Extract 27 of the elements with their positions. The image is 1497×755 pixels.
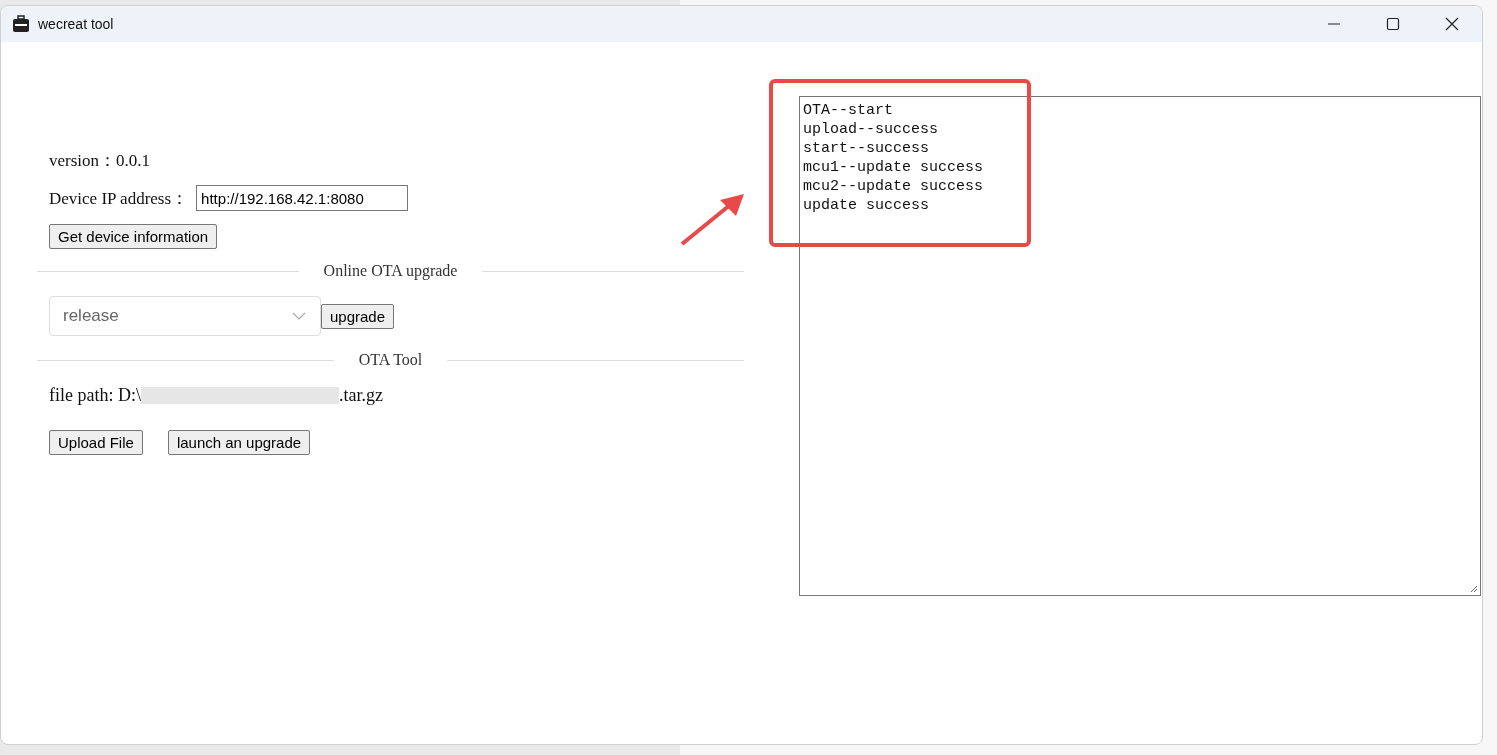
log-line: mcu2--update success [803, 177, 985, 196]
section-title: Online OTA upgrade [323, 262, 458, 280]
log-line: upload--success [803, 120, 940, 139]
version-value: 0.0.1 [116, 150, 151, 171]
upgrade-button[interactable]: upgrade [321, 303, 395, 329]
chevron-icon [292, 312, 306, 320]
log-line: start--success [803, 139, 931, 158]
resize-grip-icon[interactable] [1469, 584, 1478, 593]
log-line: update success [803, 196, 931, 215]
maximize-icon[interactable] [1386, 17, 1400, 31]
get-info-button[interactable]: Get device information [49, 224, 218, 249]
ip-input-field[interactable]: http://192.168.42.1:8080 [196, 185, 409, 211]
log-line: OTA--start [803, 101, 894, 120]
log-line: mcu1--update success [803, 158, 985, 177]
version-label: version： [49, 150, 117, 172]
file-path-label: file path: D:\ [49, 385, 141, 406]
close-icon[interactable] [1445, 17, 1459, 31]
log-textarea[interactable]: OTA--start upload--success start--success mcu1--update success mcu2--update success update success [799, 96, 1481, 596]
version-select[interactable]: release [49, 296, 321, 336]
section-title: OTA Tool [358, 351, 423, 369]
file-path-extension: .tar.gz [339, 385, 383, 406]
action-button[interactable]: Upload File [49, 430, 143, 455]
toolbox-icon [12, 15, 30, 33]
arrow-icon [680, 192, 746, 246]
window-title: wecreat tool [38, 16, 114, 32]
action-button[interactable]: launch an upgrade [167, 430, 311, 455]
ip-label: Device IP address： [49, 187, 189, 210]
